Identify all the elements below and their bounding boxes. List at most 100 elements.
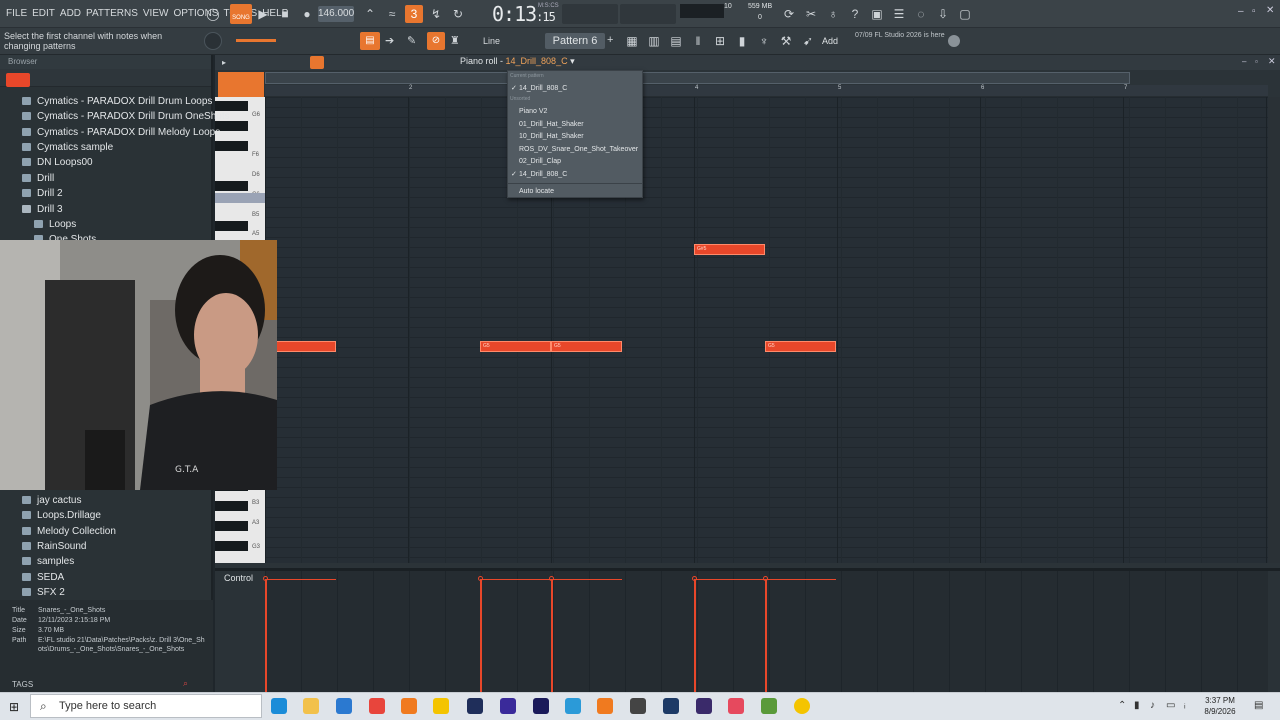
app-icon[interactable]: [794, 698, 810, 714]
menu-add[interactable]: ADD: [60, 0, 81, 28]
piano-roll-icon[interactable]: ▥: [645, 32, 663, 50]
reset-icon[interactable]: ⟳: [780, 5, 798, 23]
fl-studio-icon[interactable]: [597, 698, 613, 714]
browser-folder[interactable]: DN Loops00: [22, 155, 93, 170]
menu-patterns[interactable]: PATTERNS: [86, 0, 138, 28]
velocity-bar[interactable]: [480, 579, 482, 692]
news-panel[interactable]: 07/09 FL Studio 2026 is here: [855, 31, 945, 40]
browser-folder[interactable]: Drill 2: [22, 186, 63, 201]
language-icon[interactable]: ᵢ: [1184, 701, 1194, 711]
telegram-icon[interactable]: [565, 698, 581, 714]
record-icon[interactable]: ●: [298, 5, 316, 23]
plug-icon[interactable]: ♆: [755, 32, 773, 50]
microphone-icon[interactable]: ♁: [824, 5, 842, 23]
add-pattern-icon[interactable]: +: [607, 34, 613, 46]
notification-icon[interactable]: ▤: [1254, 701, 1264, 711]
browser-folder[interactable]: jay cactus: [22, 493, 81, 508]
tempo-display[interactable]: 146.000: [318, 6, 354, 22]
visual-studio-icon[interactable]: [696, 698, 712, 714]
wait-record-icon[interactable]: ≈: [383, 5, 401, 23]
taskbar-search[interactable]: Type here to search: [30, 694, 262, 718]
note[interactable]: G#5: [694, 244, 765, 255]
clipboard-icon[interactable]: ▮: [733, 32, 751, 50]
black-key[interactable]: [215, 521, 248, 531]
microphone-tray-icon[interactable]: ▮: [1134, 701, 1144, 711]
close-icon[interactable]: ✕: [1266, 5, 1274, 16]
pencil-icon[interactable]: ✎: [407, 34, 416, 47]
chrome-icon[interactable]: [369, 698, 385, 714]
app-icon[interactable]: [728, 698, 744, 714]
volume-icon[interactable]: ♪: [1150, 701, 1160, 711]
firefox-icon[interactable]: [401, 698, 417, 714]
dropdown-item[interactable]: 02_Drill_Clap: [519, 157, 561, 166]
browser-folder[interactable]: Loops.Drillage: [22, 508, 101, 523]
pr-close-icon[interactable]: ✕: [1268, 56, 1276, 67]
chevron-up-icon[interactable]: ⌃: [1118, 701, 1128, 711]
browser-filter-icon[interactable]: [6, 73, 30, 87]
tags-label[interactable]: TAGS: [12, 680, 33, 689]
channel-rack-icon[interactable]: ▦: [623, 32, 641, 50]
velocity-bar[interactable]: [551, 579, 553, 692]
draw-tool-icon[interactable]: [310, 56, 324, 69]
pattern-selector[interactable]: Pattern 6: [545, 33, 605, 49]
network-icon[interactable]: ▭: [1166, 701, 1176, 711]
dropdown-current[interactable]: 14_Drill_808_C: [519, 84, 567, 93]
velocity-bar[interactable]: [265, 579, 267, 692]
black-key[interactable]: [215, 221, 248, 231]
dropdown-item[interactable]: 14_Drill_808_C: [519, 170, 567, 179]
dropdown-item[interactable]: Piano V2: [519, 107, 547, 116]
arrow-icon[interactable]: ➔: [385, 34, 394, 47]
browser-icon[interactable]: ▤: [667, 32, 685, 50]
note-grid[interactable]: G5 G5 G#5 G5: [265, 97, 1268, 563]
save-icon[interactable]: ▣: [868, 5, 886, 23]
browser-folder[interactable]: Drill 3: [22, 202, 63, 217]
piano-roll-title[interactable]: Piano roll - 14_Drill_808_C ▾: [460, 56, 575, 67]
main-pitch-knob[interactable]: [204, 32, 222, 50]
browser-folder[interactable]: Melody Collection: [22, 524, 116, 539]
premiere-icon[interactable]: [500, 698, 516, 714]
mixer-icon[interactable]: ☰: [890, 5, 908, 23]
mixer-view-icon[interactable]: ‖: [689, 32, 707, 50]
pr-minimize-icon[interactable]: –: [1242, 57, 1246, 66]
photoshop-icon[interactable]: [467, 698, 483, 714]
window-icon[interactable]: ▢: [956, 5, 974, 23]
app-icon[interactable]: [433, 698, 449, 714]
note[interactable]: G5: [551, 341, 622, 352]
master-volume[interactable]: [620, 4, 676, 24]
countdown-icon[interactable]: 3: [405, 5, 423, 23]
velocity-bar[interactable]: [765, 579, 767, 692]
store-icon[interactable]: [336, 698, 352, 714]
black-key[interactable]: [215, 501, 248, 511]
pr-maximize-icon[interactable]: ▫: [1255, 57, 1258, 66]
browser-folder[interactable]: samples: [22, 554, 74, 569]
file-explorer-icon[interactable]: [303, 698, 319, 714]
control-label[interactable]: Control: [224, 573, 253, 583]
play-icon[interactable]: ▶: [254, 5, 272, 23]
windows-start-icon[interactable]: ⊞: [9, 700, 19, 714]
piano-roll-menu-icon[interactable]: ▸: [222, 58, 226, 67]
browser-folder[interactable]: Loops: [34, 217, 76, 232]
stop-icon[interactable]: ■: [276, 5, 294, 23]
browser-folder[interactable]: Cymatics - PARADOX Drill Drum OneShots: [22, 109, 230, 124]
velocity-bar[interactable]: [694, 579, 696, 692]
dropdown-item[interactable]: ROS_DV_Snare_One_Shot_Takeover: [519, 145, 638, 154]
pat-song-toggle-icon[interactable]: ◯: [204, 5, 222, 23]
obs-icon[interactable]: [630, 698, 646, 714]
menu-view[interactable]: VIEW: [143, 0, 169, 28]
vertical-scrollbar[interactable]: [1268, 97, 1280, 563]
tool-corner[interactable]: [218, 72, 264, 97]
download-icon[interactable]: ⇩: [934, 5, 952, 23]
menu-edit[interactable]: EDIT: [32, 0, 55, 28]
tag-search-icon[interactable]: ⌕: [183, 678, 188, 689]
black-key[interactable]: [215, 141, 248, 151]
browser-folder[interactable]: RainSound: [22, 539, 86, 554]
after-effects-icon[interactable]: [533, 698, 549, 714]
browser-folder[interactable]: Drill: [22, 171, 54, 186]
link-icon[interactable]: ⊘: [427, 32, 445, 50]
auto-locate-option[interactable]: Auto locate: [519, 187, 554, 196]
main-volume-slider[interactable]: [236, 39, 276, 42]
horizontal-scrollbar[interactable]: [265, 72, 1130, 84]
chat-icon[interactable]: ◌: [912, 5, 930, 23]
minecraft-icon[interactable]: [761, 698, 777, 714]
playlist-icon[interactable]: ▤: [360, 32, 380, 50]
